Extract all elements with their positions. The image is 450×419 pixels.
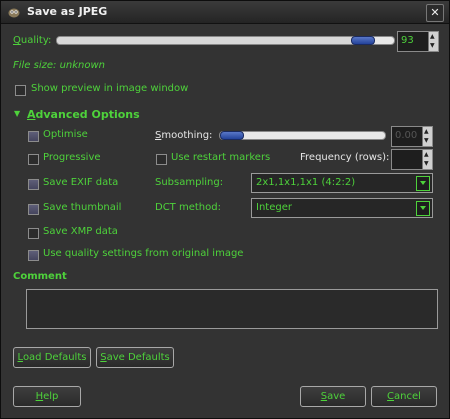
load-defaults-rest: oad Defaults [22,352,87,363]
save-rest: ave [327,391,346,402]
spin-up-icon[interactable]: ▲ [424,152,429,158]
advanced-options-expander[interactable]: Advanced Options [27,108,140,121]
save-xmp-checkbox[interactable] [28,228,39,239]
quality-value: 93 [401,35,414,46]
spin-down-icon[interactable]: ▼ [430,43,435,49]
smoothing-spinbutton[interactable]: 0.00 ▲ ▼ [391,126,433,147]
spin-up-icon[interactable]: ▲ [430,34,435,40]
quality-label-accel: Q [13,35,21,46]
cancel-accel: C [387,391,395,402]
quality-slider-handle[interactable] [351,36,375,45]
comment-label: Comment [13,271,67,282]
spin-up-icon[interactable]: ▲ [424,129,429,135]
cancel-button[interactable]: Cancel [371,386,437,407]
dct-method-label: DCT method: [155,202,221,213]
quality-slider[interactable] [56,36,395,45]
smoothing-spin-arrows[interactable]: ▲ ▼ [422,127,432,146]
save-defaults-button[interactable]: Save Defaults [96,347,174,368]
save-thumbnail-label[interactable]: Save thumbnail [43,202,121,213]
smoothing-slider-handle[interactable] [220,131,244,140]
frequency-spin-arrows[interactable]: ▲ ▼ [422,150,432,169]
restart-markers-checkbox[interactable] [156,154,167,165]
save-button[interactable]: Save [300,386,366,407]
frequency-spinbutton[interactable]: ▲ ▼ [391,149,433,170]
cancel-rest: ancel [394,391,421,402]
advanced-options-rest: dvanced Options [35,108,140,121]
quality-slider-fill [57,37,362,44]
frequency-label: Frequency (rows): [300,152,390,163]
show-preview-label[interactable]: Show preview in image window [31,83,188,94]
spin-down-icon[interactable]: ▼ [424,138,429,144]
chevron-down-icon[interactable] [416,176,430,191]
chevron-down-icon[interactable] [416,201,430,216]
save-as-jpeg-dialog: Save as JPEG ✕ Quality: 93 ▲ ▼ File size… [0,0,450,419]
save-defaults-rest: ave Defaults [106,352,170,363]
advanced-options-accel: A [27,108,36,121]
smoothing-label: Smoothing: [155,130,212,141]
window-title: Save as JPEG [27,5,108,18]
help-button[interactable]: Help [13,386,81,407]
dct-method-value: Integer [256,202,292,213]
file-size-label: File size: unknown [13,60,106,71]
comment-textarea[interactable] [26,289,438,329]
help-accel: H [35,391,44,402]
progressive-label[interactable]: Progressive [43,152,101,163]
quality-spinbutton[interactable]: 93 ▲ ▼ [397,31,439,52]
quality-spin-arrows[interactable]: ▲ ▼ [428,32,438,51]
restart-markers-label[interactable]: Use restart markers [171,152,270,163]
smoothing-slider[interactable] [219,131,386,140]
spin-down-icon[interactable]: ▼ [424,161,429,167]
gimp-app-icon [7,5,21,19]
use-quality-checkbox[interactable] [28,250,39,261]
show-preview-checkbox[interactable] [15,85,26,96]
quality-label: Quality: [13,35,51,46]
save-xmp-label[interactable]: Save XMP data [43,226,118,237]
help-rest: elp [43,391,59,402]
smoothing-label-rest: moothing: [161,130,213,141]
expander-arrow-icon[interactable]: ▼ [14,109,20,118]
dct-method-combo[interactable]: Integer [251,198,433,218]
use-quality-label[interactable]: Use quality settings from original image [43,248,243,259]
progressive-checkbox[interactable] [28,154,39,165]
quality-label-rest: uality: [20,35,52,46]
save-exif-checkbox[interactable] [28,179,39,190]
save-thumbnail-checkbox[interactable] [28,204,39,215]
save-exif-label[interactable]: Save EXIF data [43,177,118,188]
close-icon[interactable]: ✕ [426,4,444,22]
optimise-checkbox[interactable] [28,131,39,142]
load-defaults-button[interactable]: Load Defaults [13,347,91,368]
subsampling-label: Subsampling: [155,177,224,188]
optimise-label[interactable]: Optimise [43,129,88,140]
smoothing-value: 0.00 [395,130,418,141]
subsampling-value: 2x1,1x1,1x1 (4:2:2) [256,177,356,188]
title-bar[interactable]: Save as JPEG ✕ [1,1,449,24]
subsampling-combo[interactable]: 2x1,1x1,1x1 (4:2:2) [251,173,433,193]
